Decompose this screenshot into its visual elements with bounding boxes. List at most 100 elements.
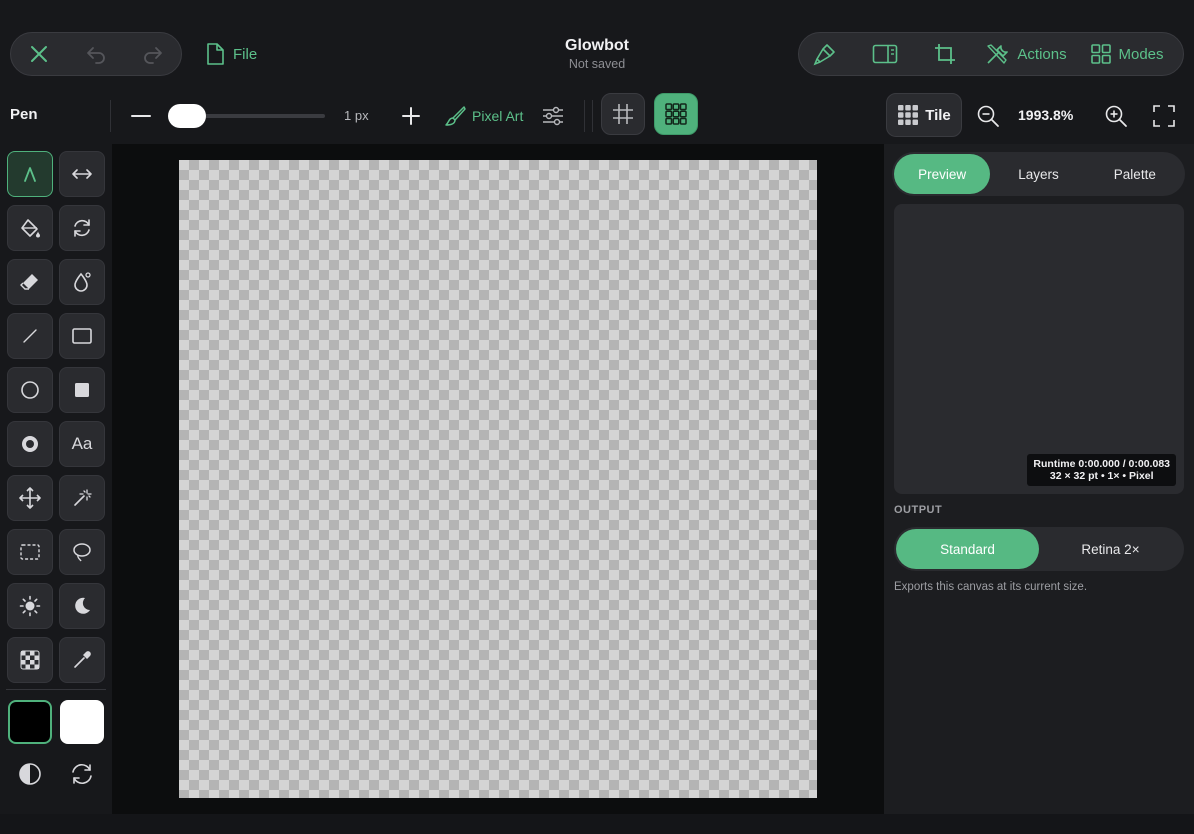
undo-button[interactable] xyxy=(68,32,125,76)
actions-label: Actions xyxy=(1017,45,1067,63)
secondary-color-swatch[interactable] xyxy=(60,700,104,744)
runtime-info: Runtime 0:00.000 / 0:00.083 32 × 32 pt •… xyxy=(1027,454,1176,486)
symmetry-tool[interactable] xyxy=(59,151,105,197)
current-tool-name: Pen xyxy=(10,106,38,123)
size-slider-handle[interactable] xyxy=(168,104,206,128)
filled-square-icon xyxy=(75,383,89,397)
panel-tabs: Preview Layers Palette xyxy=(892,152,1185,196)
hammer-brush-icon xyxy=(813,44,835,66)
rectangle-tool[interactable] xyxy=(59,313,105,359)
zoom-in-button[interactable] xyxy=(1103,103,1129,129)
sun-icon xyxy=(19,595,41,617)
runtime-time: Runtime 0:00.000 / 0:00.083 xyxy=(1033,458,1170,470)
divider xyxy=(584,100,585,132)
fullscreen-icon xyxy=(1153,105,1175,127)
eyedropper-icon xyxy=(74,651,91,668)
increase-size-button[interactable] xyxy=(398,102,424,130)
dashed-rect-select-icon xyxy=(20,544,40,560)
preview-viewport: Runtime 0:00.000 / 0:00.083 32 × 32 pt •… xyxy=(894,204,1184,494)
divider xyxy=(110,100,111,132)
circle-outline-icon xyxy=(21,381,39,399)
tab-layers[interactable]: Layers xyxy=(990,154,1086,194)
crop-icon xyxy=(935,44,955,64)
tile-grid-icon xyxy=(898,105,919,125)
crop-button[interactable] xyxy=(919,32,971,76)
pen-tool[interactable] xyxy=(7,151,53,197)
zoom-out-button[interactable] xyxy=(975,103,1001,129)
lasso-icon xyxy=(73,543,91,562)
blur-tool[interactable] xyxy=(59,259,105,305)
actions-button[interactable]: Actions xyxy=(971,32,1081,76)
text-tool[interactable]: Aa xyxy=(59,421,105,467)
magic-wand-tool[interactable] xyxy=(59,475,105,521)
size-value: 1 px xyxy=(344,108,369,123)
text-icon: Aa xyxy=(71,434,93,453)
fullscreen-button[interactable] xyxy=(1151,103,1177,129)
ellipse-tool[interactable] xyxy=(7,367,53,413)
sidebar-toggle-button[interactable] xyxy=(851,32,919,76)
checker-pattern-icon xyxy=(20,650,40,670)
close-button[interactable] xyxy=(11,32,68,76)
tool-options-bar: Pen 1 px Pixel Art Tile 1993.8% xyxy=(0,88,1194,144)
invert-colors-button[interactable] xyxy=(17,761,43,787)
contrast-half-circle-icon xyxy=(19,763,41,785)
output-retina[interactable]: Retina 2× xyxy=(1039,529,1182,569)
rotate-tool[interactable] xyxy=(59,205,105,251)
ring-tool[interactable] xyxy=(7,421,53,467)
horizontal-arrows-icon xyxy=(72,169,92,179)
file-label: File xyxy=(233,45,258,63)
fill-tool[interactable] xyxy=(7,205,53,251)
primary-color-swatch[interactable] xyxy=(8,700,52,744)
tool-palette: Aa xyxy=(0,144,112,814)
swap-colors-button[interactable] xyxy=(69,761,95,787)
lasso-tool[interactable] xyxy=(59,529,105,575)
pixel-art-label: Pixel Art xyxy=(472,108,524,124)
runtime-dimensions: 32 × 32 pt • 1× • Pixel xyxy=(1049,470,1154,482)
file-button[interactable]: File xyxy=(205,40,257,68)
top-bar: File Glowbot Not saved Actions Modes xyxy=(0,0,1194,88)
move-tool[interactable] xyxy=(7,475,53,521)
page-title: Glowbot xyxy=(565,37,629,54)
tab-preview[interactable]: Preview xyxy=(894,154,991,194)
output-heading: OUTPUT xyxy=(894,504,943,516)
pixel-grid-toggle[interactable] xyxy=(654,93,698,135)
rect-select-tool[interactable] xyxy=(7,529,53,575)
tile-label: Tile xyxy=(925,106,951,124)
eraser-tool[interactable] xyxy=(7,259,53,305)
file-icon xyxy=(207,43,224,65)
eraser-icon xyxy=(20,274,38,290)
drawing-canvas[interactable] xyxy=(179,160,817,798)
zoom-out-icon xyxy=(977,105,999,127)
brush-adjust-button[interactable] xyxy=(540,104,566,128)
history-group xyxy=(10,32,182,76)
divider xyxy=(592,100,593,132)
grid-four-icon xyxy=(1091,44,1112,64)
canvas-workspace xyxy=(112,144,884,814)
brush-settings-button[interactable] xyxy=(799,32,851,76)
grid-lines-toggle[interactable] xyxy=(601,93,645,135)
magic-wand-icon xyxy=(74,489,92,506)
export-description: Exports this canvas at its current size. xyxy=(894,581,1088,593)
redo-button[interactable] xyxy=(124,32,181,76)
pixel-art-toggle[interactable]: Pixel Art xyxy=(444,104,523,128)
line-tool[interactable] xyxy=(7,313,53,359)
output-standard[interactable]: Standard xyxy=(896,529,1039,569)
modes-label: Modes xyxy=(1118,45,1164,63)
rectangle-outline-icon xyxy=(72,328,92,344)
inspector-panel: Preview Layers Palette Runtime 0:00.000 … xyxy=(884,144,1194,814)
ring-icon xyxy=(22,436,38,452)
bottom-strip xyxy=(0,814,1194,834)
rotate-icon xyxy=(74,219,90,237)
modes-button[interactable]: Modes xyxy=(1081,32,1173,76)
filled-rectangle-tool[interactable] xyxy=(59,367,105,413)
darken-tool[interactable] xyxy=(59,583,105,629)
save-status: Not saved xyxy=(568,57,626,71)
decrease-size-button[interactable] xyxy=(128,102,154,130)
eyedropper-tool[interactable] xyxy=(59,637,105,683)
tab-palette[interactable]: Palette xyxy=(1087,154,1183,194)
tile-button[interactable]: Tile xyxy=(886,93,962,137)
undo-icon xyxy=(87,47,105,64)
dither-tool[interactable] xyxy=(7,637,53,683)
zoom-level: 1993.8% xyxy=(1018,107,1074,123)
brighten-tool[interactable] xyxy=(7,583,53,629)
